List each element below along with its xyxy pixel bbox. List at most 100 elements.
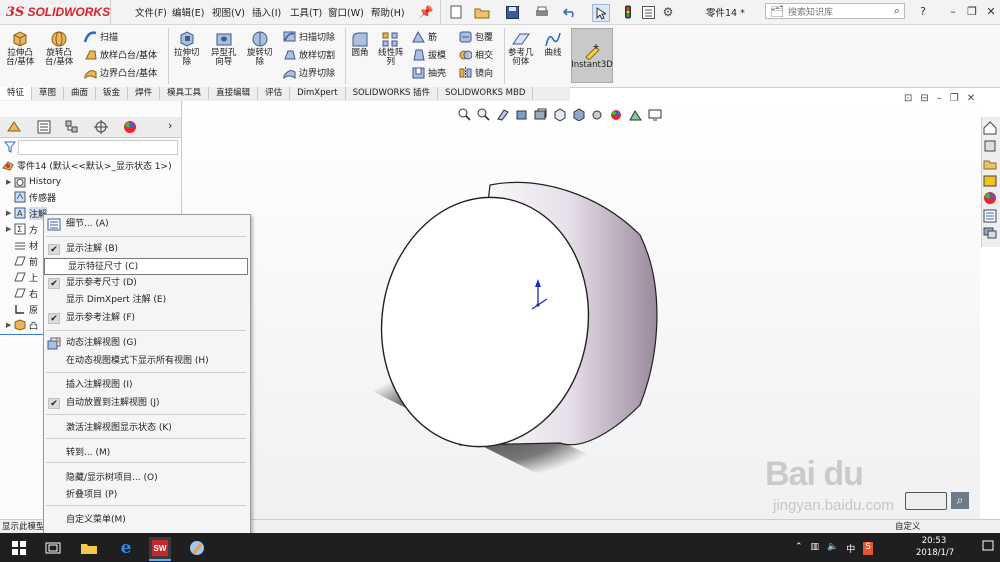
- tab-direct-editing[interactable]: 直接编辑: [209, 87, 259, 100]
- tab-solidworks-addins[interactable]: SOLIDWORKS 插件: [346, 87, 439, 100]
- view-settings-icon[interactable]: [648, 108, 662, 121]
- solidworks-forum-icon[interactable]: [983, 226, 997, 240]
- viewport-restore-icon[interactable]: ❐: [950, 93, 959, 105]
- rib-button[interactable]: 筋: [412, 28, 437, 45]
- solidworks-logo[interactable]: 3S SOLIDWORKS: [6, 4, 110, 20]
- file-properties-icon[interactable]: [640, 4, 656, 20]
- menu-item-show-reference-dimensions[interactable]: ✔ 显示参考尺寸 (D): [43, 275, 249, 292]
- expand-arrow-icon[interactable]: ▶: [6, 321, 14, 329]
- undo-icon[interactable]: [562, 4, 578, 20]
- configuration-manager-icon[interactable]: [64, 120, 80, 134]
- tree-root-part[interactable]: 零件14 (默认<<默认>_显示状态 1>): [2, 158, 172, 172]
- tree-item-boss-extrude[interactable]: ▶ 凸: [6, 318, 38, 332]
- revolve-cut-button[interactable]: 旋转切 除: [247, 30, 273, 67]
- paint-app-icon[interactable]: [186, 537, 208, 559]
- zoom-slider-box[interactable]: [905, 492, 947, 510]
- pin-icon[interactable]: 📌: [418, 4, 434, 20]
- section-view-icon[interactable]: [515, 108, 528, 121]
- loft-boss-button[interactable]: 放样凸台/基体: [84, 46, 157, 63]
- menu-window[interactable]: 窗口(W): [328, 5, 364, 19]
- tree-item-history[interactable]: ▶ History: [6, 175, 61, 189]
- menu-item-show-annotations[interactable]: ✔ 显示注解 (B): [43, 241, 249, 258]
- solidworks-taskbar-icon[interactable]: SW: [149, 537, 171, 561]
- restore-window-button[interactable]: ❐: [962, 3, 982, 21]
- rebuild-traffic-light-icon[interactable]: [620, 4, 636, 20]
- menu-item-insert-annotation-view[interactable]: 插入注解视图 (I): [43, 377, 249, 394]
- hide-show-items-icon[interactable]: [591, 108, 604, 121]
- instant3d-toggle[interactable]: Instant3D: [571, 28, 613, 83]
- sweep-boss-button[interactable]: 扫描: [84, 28, 118, 45]
- taskbar-clock[interactable]: 20:53 2018/1/7: [916, 535, 954, 559]
- cylinder-part-model[interactable]: [340, 175, 670, 485]
- new-document-icon[interactable]: [448, 4, 464, 20]
- tree-item-annotations[interactable]: ▶ A 注解: [6, 206, 48, 220]
- reference-geometry-button[interactable]: 参考几 何体: [508, 30, 534, 67]
- tab-mold-tools[interactable]: 模具工具: [160, 87, 210, 100]
- edge-browser-icon[interactable]: e: [115, 537, 137, 559]
- appearances-scenes-icon[interactable]: [983, 191, 997, 205]
- menu-item-show-reference-annotations[interactable]: ✔ 显示参考注解 (F): [43, 310, 249, 327]
- panel-scroll-right-icon[interactable]: ›: [168, 119, 172, 132]
- file-explorer-icon[interactable]: [983, 157, 997, 171]
- filter-funnel-icon[interactable]: [4, 141, 16, 153]
- tab-features[interactable]: 特征: [0, 87, 33, 100]
- menu-item-customize-menu[interactable]: 自定义菜单(M): [43, 512, 249, 529]
- display-manager-icon[interactable]: [122, 120, 138, 134]
- expand-arrow-icon[interactable]: ▶: [6, 178, 14, 186]
- tab-evaluate[interactable]: 评估: [258, 87, 291, 100]
- tab-sheet-metal[interactable]: 钣金: [96, 87, 129, 100]
- menu-tools[interactable]: 工具(T): [290, 5, 322, 19]
- search-icon[interactable]: ⌕: [894, 4, 900, 18]
- volume-icon[interactable]: 🔈: [827, 542, 838, 555]
- tab-weldments[interactable]: 焊件: [128, 87, 161, 100]
- viewport-close-icon[interactable]: ✕: [967, 93, 975, 105]
- windows-start-icon[interactable]: [8, 537, 30, 559]
- extrude-boss-button[interactable]: 拉伸凸 台/基体: [6, 30, 34, 67]
- shell-button[interactable]: 抽壳: [412, 64, 446, 81]
- dynamic-annotation-views-icon[interactable]: [534, 108, 547, 121]
- task-view-icon[interactable]: [42, 537, 64, 559]
- file-explorer-taskbar-icon[interactable]: [78, 537, 100, 559]
- close-window-button[interactable]: ✕: [981, 3, 1000, 21]
- units-custom-label[interactable]: 自定义: [895, 520, 921, 534]
- swept-cut-button[interactable]: 扫描切除: [283, 28, 335, 45]
- wrap-button[interactable]: 包覆: [459, 28, 493, 45]
- menu-item-show-feature-dimensions[interactable]: 显示特征尺寸 (C): [44, 258, 248, 275]
- zoom-to-fit-icon[interactable]: [458, 108, 471, 121]
- zoom-to-area-icon[interactable]: [477, 108, 490, 121]
- menu-item-activate-annotation-view-display-state[interactable]: 激活注解视图显示状态 (K): [43, 420, 249, 437]
- view-orientation-icon[interactable]: [553, 107, 566, 121]
- menu-item-dynamic-annotation-views[interactable]: 动态注解视图 (G): [43, 335, 249, 352]
- feature-manager-icon[interactable]: [6, 120, 22, 134]
- draft-button[interactable]: 拔模: [412, 46, 446, 63]
- solidworks-resources-icon[interactable]: [983, 121, 997, 135]
- menu-item-collapse-items[interactable]: 折叠项目 (P): [43, 487, 249, 504]
- extrude-cut-button[interactable]: 拉伸切 除: [174, 30, 200, 67]
- select-arrow-icon[interactable]: [592, 4, 610, 22]
- viewport-expand-icon[interactable]: ⊡: [904, 93, 912, 105]
- property-manager-icon[interactable]: [36, 120, 52, 134]
- menu-view[interactable]: 视图(V): [212, 5, 245, 19]
- design-library-icon[interactable]: [983, 139, 997, 153]
- linear-pattern-button[interactable]: 线性阵 列: [378, 30, 404, 67]
- tree-item-front-plane[interactable]: 前: [6, 254, 38, 268]
- tree-item-origin[interactable]: 原: [6, 302, 38, 316]
- tab-solidworks-mbd[interactable]: SOLIDWORKS MBD: [438, 87, 534, 100]
- tab-sketch[interactable]: 草图: [32, 87, 65, 100]
- network-icon[interactable]: ▥: [811, 542, 820, 555]
- menu-help[interactable]: 帮助(H): [371, 5, 405, 19]
- viewport-search-icon[interactable]: ⌕: [951, 492, 969, 509]
- ime-indicator[interactable]: 中: [846, 542, 855, 555]
- menu-item-show-all-views-dynamic[interactable]: 在动态视图模式下显示所有视图 (H): [43, 353, 249, 370]
- menu-edit[interactable]: 编辑(E): [172, 5, 204, 19]
- notification-center-icon[interactable]: [982, 540, 994, 554]
- knowledge-search-input[interactable]: 🗂 搜索知识库 ⌕: [765, 3, 905, 19]
- tree-item-equations[interactable]: ▶ Σ 方: [6, 222, 38, 236]
- menu-item-details[interactable]: 细节... (A): [43, 216, 249, 233]
- edit-appearance-icon[interactable]: [610, 108, 623, 121]
- minimize-window-button[interactable]: –: [943, 3, 963, 21]
- tray-expand-icon[interactable]: ⌃: [795, 542, 803, 555]
- tree-item-top-plane[interactable]: 上: [6, 270, 38, 284]
- open-folder-icon[interactable]: [474, 4, 490, 20]
- tree-filter-input[interactable]: [18, 140, 178, 155]
